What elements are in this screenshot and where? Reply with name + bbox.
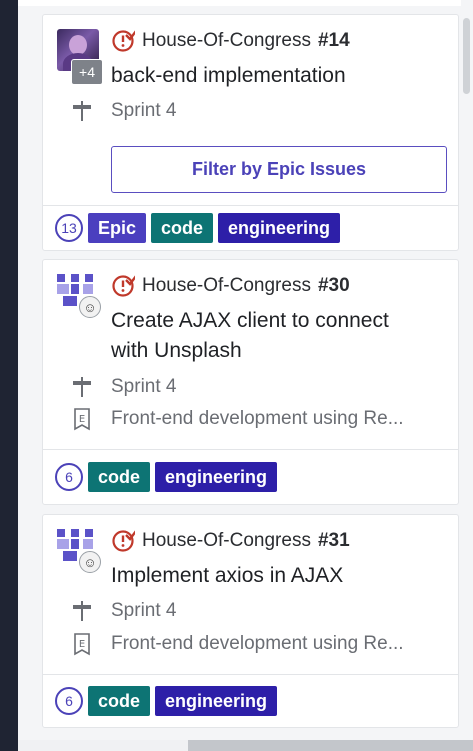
- label-engineering[interactable]: engineering: [155, 686, 278, 716]
- sprint-name[interactable]: Sprint 4: [111, 100, 176, 122]
- sprint-name[interactable]: Sprint 4: [111, 600, 176, 622]
- vertical-scrollbar-thumb[interactable]: [463, 18, 470, 94]
- avatar: ☺: [57, 274, 101, 318]
- estimate-badge: 6: [55, 687, 83, 715]
- svg-text:E: E: [79, 639, 85, 650]
- issue-title-line: Create AJAX client to connect: [111, 309, 389, 332]
- milestone-icon: [69, 99, 95, 123]
- epic-name[interactable]: Front-end development using Re...: [111, 633, 404, 655]
- repo-name: House-Of-Congress: [142, 530, 311, 551]
- app-sidebar-edge: [0, 0, 18, 751]
- assignee-face-icon: ☺: [79, 296, 101, 318]
- label-epic[interactable]: Epic: [88, 213, 147, 243]
- estimate-badge: 13: [55, 214, 83, 242]
- epic-name[interactable]: Front-end development using Re...: [111, 408, 404, 430]
- epic-icon: E: [69, 407, 95, 431]
- pipeline-column: +4 House-Of-Congress #14 back-end implem…: [18, 0, 473, 751]
- issue-card[interactable]: +4 House-Of-Congress #14 back-end implem…: [42, 14, 459, 251]
- issue-number: #30: [317, 275, 350, 296]
- svg-text:E: E: [79, 414, 85, 425]
- estimate-badge: 6: [55, 463, 83, 491]
- issue-reference: House-Of-Congress #14: [111, 29, 450, 53]
- issue-reference: House-Of-Congress #31: [111, 529, 450, 553]
- issue-card[interactable]: ☺ House-Of-Congress #30 Create AJAX clie…: [42, 259, 459, 505]
- epic-icon: E: [69, 632, 95, 656]
- repo-name: House-Of-Congress: [142, 275, 311, 296]
- milestone-icon: [69, 599, 95, 623]
- assignee-avatars[interactable]: +4: [57, 29, 103, 85]
- repo-issue-icon: [111, 529, 135, 553]
- horizontal-scrollbar-thumb[interactable]: [188, 740, 473, 751]
- milestone-icon: [69, 375, 95, 399]
- epic-row: E Front-end development using Re...: [69, 406, 450, 432]
- repo-name: House-Of-Congress: [142, 30, 311, 51]
- issue-title[interactable]: Create AJAX client to connect with Unspl…: [111, 306, 448, 366]
- card-footer: 6 code engineering: [43, 449, 458, 504]
- repo-issue-icon: [111, 274, 135, 298]
- label-engineering[interactable]: engineering: [155, 462, 278, 492]
- issue-title[interactable]: Implement axios in AJAX: [111, 561, 448, 591]
- sprint-row: Sprint 4: [69, 598, 450, 624]
- column-top-band: [18, 0, 473, 6]
- sprint-row: Sprint 4: [69, 374, 450, 400]
- issue-reference: House-Of-Congress #30: [111, 274, 450, 298]
- label-code[interactable]: code: [88, 462, 151, 492]
- horizontal-scrollbar[interactable]: [18, 740, 473, 751]
- issue-title[interactable]: back-end implementation: [111, 61, 448, 91]
- card-footer: 13 Epic code engineering: [43, 205, 458, 250]
- issue-card[interactable]: ☺ House-Of-Congress #31 Implement axios …: [42, 514, 459, 728]
- card-footer: 6 code engineering: [43, 674, 458, 727]
- avatar: ☺: [57, 529, 101, 573]
- filter-by-epic-button[interactable]: Filter by Epic Issues: [111, 146, 447, 193]
- issue-title-line: with Unsplash: [111, 339, 242, 362]
- label-code[interactable]: code: [88, 686, 151, 716]
- vertical-scrollbar[interactable]: [461, 0, 473, 740]
- label-code[interactable]: code: [151, 213, 214, 243]
- repo-issue-icon: [111, 29, 135, 53]
- assignee-face-icon: ☺: [79, 551, 101, 573]
- issue-number: #14: [317, 30, 350, 51]
- issue-number: #31: [317, 530, 350, 551]
- more-assignees-badge: +4: [71, 59, 103, 85]
- label-engineering[interactable]: engineering: [218, 213, 341, 243]
- epic-row: E Front-end development using Re...: [69, 631, 450, 657]
- sprint-row: Sprint 4: [69, 98, 450, 124]
- sprint-name[interactable]: Sprint 4: [111, 376, 176, 398]
